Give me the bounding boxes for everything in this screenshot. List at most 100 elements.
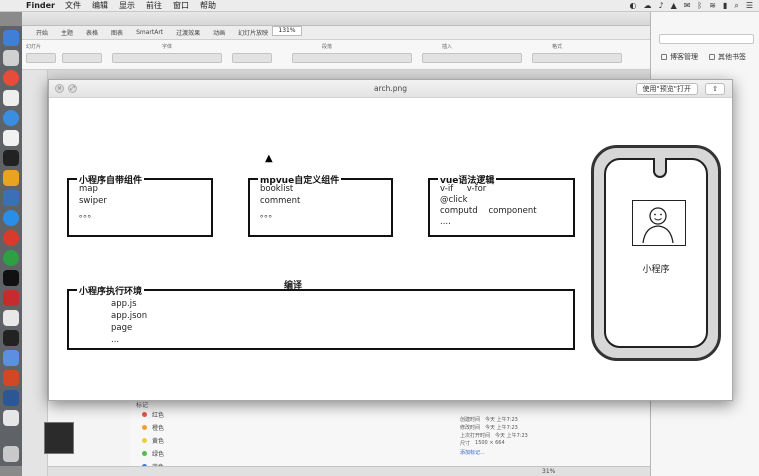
wechat-icon[interactable]	[3, 250, 19, 266]
battery-icon[interactable]: ▮	[723, 1, 727, 11]
status-zoom: 31%	[542, 468, 556, 475]
box-runtime-env: 小程序执行环境 app.js app.json page ...	[67, 284, 575, 350]
bluetooth-icon[interactable]: ᛒ	[697, 1, 702, 11]
tab-themes[interactable]: 主题	[61, 28, 73, 37]
info-dimensions: 尺寸 1500 × 664	[460, 440, 505, 447]
phone-screen: 小程序	[604, 158, 708, 348]
box-vue-line-1: v-if v-for	[440, 184, 487, 194]
menu-edit[interactable]: 编辑	[92, 0, 108, 11]
phone-label: 小程序	[642, 265, 670, 275]
netease-music-icon[interactable]	[3, 230, 19, 246]
status-icon-5[interactable]: ✉	[684, 1, 691, 11]
smiley-face-icon	[632, 200, 686, 246]
tag-red[interactable]: 红色	[142, 410, 164, 419]
box-custom-line-3: 。。。	[260, 210, 278, 220]
font-size-selector[interactable]	[232, 53, 272, 63]
background-window-titlebar	[22, 12, 650, 26]
paragraph-controls[interactable]	[292, 53, 412, 63]
share-icon[interactable]: ⇧	[705, 83, 725, 95]
launchpad-icon[interactable]	[3, 50, 19, 66]
qq-icon[interactable]	[3, 270, 19, 286]
terminal-icon[interactable]	[3, 150, 19, 166]
chrome-icon[interactable]	[3, 70, 19, 86]
menu-app-name[interactable]: Finder	[26, 1, 55, 10]
app-icon-blue[interactable]	[3, 190, 19, 206]
photos-icon[interactable]	[3, 130, 19, 146]
address-bar[interactable]	[659, 34, 754, 44]
menu-bar: Finder 文件 编辑 显示 前往 窗口 帮助 ◐ ☁ ♪ ▲ ✉ ᛒ ≋ ▮…	[0, 0, 759, 12]
menu-go[interactable]: 前往	[146, 0, 162, 11]
layout-button[interactable]	[62, 53, 102, 63]
ribbon-tabs: 开始 主题 表格 图表 SmartArt 过渡效果 动画 幻灯片放映 审阅	[22, 26, 650, 40]
menu-view[interactable]: 显示	[119, 0, 135, 11]
powerpoint-icon[interactable]	[3, 370, 19, 386]
slide-sidebar	[22, 70, 48, 476]
tab-animations[interactable]: 动画	[213, 28, 225, 37]
ribbon-group-slides: 幻灯片	[26, 44, 42, 50]
spotlight-icon[interactable]: ⌕	[734, 1, 738, 11]
font-selector[interactable]	[112, 53, 222, 63]
insert-controls[interactable]	[422, 53, 522, 63]
info-modified: 修改时间 今天 上午7:23	[460, 425, 518, 431]
app-icon-red[interactable]	[3, 290, 19, 306]
box-builtin-components: 小程序自带组件 map swiper 。。。	[67, 173, 213, 237]
new-slide-button[interactable]	[26, 53, 56, 63]
menu-help[interactable]: 帮助	[200, 0, 216, 11]
app-icon-globe[interactable]	[3, 210, 19, 226]
status-icon-2[interactable]: ☁	[643, 1, 651, 11]
calendar-icon[interactable]	[3, 90, 19, 106]
box-runtime-line-2: app.json	[111, 311, 148, 321]
app-icon-gray[interactable]	[3, 410, 19, 426]
finder-icon[interactable]	[3, 30, 19, 46]
bookmark-blog-admin[interactable]: 博客管理	[661, 52, 698, 62]
quicklook-title: arch.png	[373, 84, 408, 93]
file-info-panel: 标记 红色 橙色 黄色 绿色 蓝色 创建时间今天 上午7:23 修改时间今天 上…	[130, 398, 650, 476]
folder-icon	[709, 54, 715, 60]
tab-transitions[interactable]: 过渡效果	[176, 28, 200, 37]
safari-icon[interactable]	[3, 110, 19, 126]
box-custom-components: mpvue自定义组件 booklist comment 。。。	[248, 173, 393, 237]
tab-charts[interactable]: 图表	[111, 28, 123, 37]
box-custom-line-2: comment	[260, 196, 301, 206]
box-builtin-line-1: map	[79, 184, 98, 194]
status-icon-1[interactable]: ◐	[629, 1, 636, 11]
menu-file[interactable]: 文件	[65, 0, 81, 11]
sublime-icon[interactable]	[3, 170, 19, 186]
add-tag-link[interactable]: 添加标记...	[460, 449, 485, 456]
box-vue-logic: vue语法逻辑 v-if v-for @click computd compon…	[428, 173, 575, 237]
tag-green[interactable]: 绿色	[142, 449, 164, 458]
tab-tables[interactable]: 表格	[86, 28, 98, 37]
menu-window[interactable]: 窗口	[173, 0, 189, 11]
box-runtime-title: 小程序执行环境	[77, 284, 145, 297]
tags-header: 标记	[136, 402, 149, 409]
trash-icon[interactable]	[3, 446, 19, 462]
open-with-preview-button[interactable]: 使用"预览"打开	[635, 83, 698, 95]
status-bar: 31%	[48, 466, 650, 476]
format-controls[interactable]	[532, 53, 622, 63]
status-icon-3[interactable]: ♪	[658, 1, 663, 11]
dock	[0, 26, 22, 466]
zoom-field[interactable]: 131%	[272, 26, 302, 36]
info-created: 创建时间 今天 上午7:23	[460, 417, 518, 423]
box-vue-line-4: ....	[440, 217, 451, 227]
ribbon: 幻灯片 字体 段落 插入 格式	[22, 40, 650, 70]
box-runtime-line-1: app.js	[111, 299, 137, 309]
bookmark-other[interactable]: 其他书签	[709, 52, 746, 62]
app-icon-link[interactable]	[3, 350, 19, 366]
ribbon-group-font: 字体	[162, 44, 173, 50]
box-custom-line-1: booklist	[260, 184, 294, 194]
tag-orange[interactable]: 橙色	[142, 423, 164, 432]
tab-smartart[interactable]: SmartArt	[136, 29, 163, 36]
app-icon-dark[interactable]	[3, 330, 19, 346]
tab-slideshow[interactable]: 幻灯片放映	[238, 28, 268, 37]
app-icon-white[interactable]	[3, 310, 19, 326]
box-runtime-line-4: ...	[111, 335, 120, 345]
tag-yellow[interactable]: 黄色	[142, 436, 164, 445]
wifi-icon[interactable]: ≋	[709, 1, 716, 11]
word-icon[interactable]	[3, 390, 19, 406]
notification-center-icon[interactable]: ☰	[746, 1, 753, 11]
slide-thumbnail[interactable]	[44, 422, 74, 454]
tab-home[interactable]: 开始	[36, 28, 48, 37]
mouse-cursor-icon: ▲	[265, 153, 273, 164]
status-icon-4[interactable]: ▲	[671, 1, 677, 11]
